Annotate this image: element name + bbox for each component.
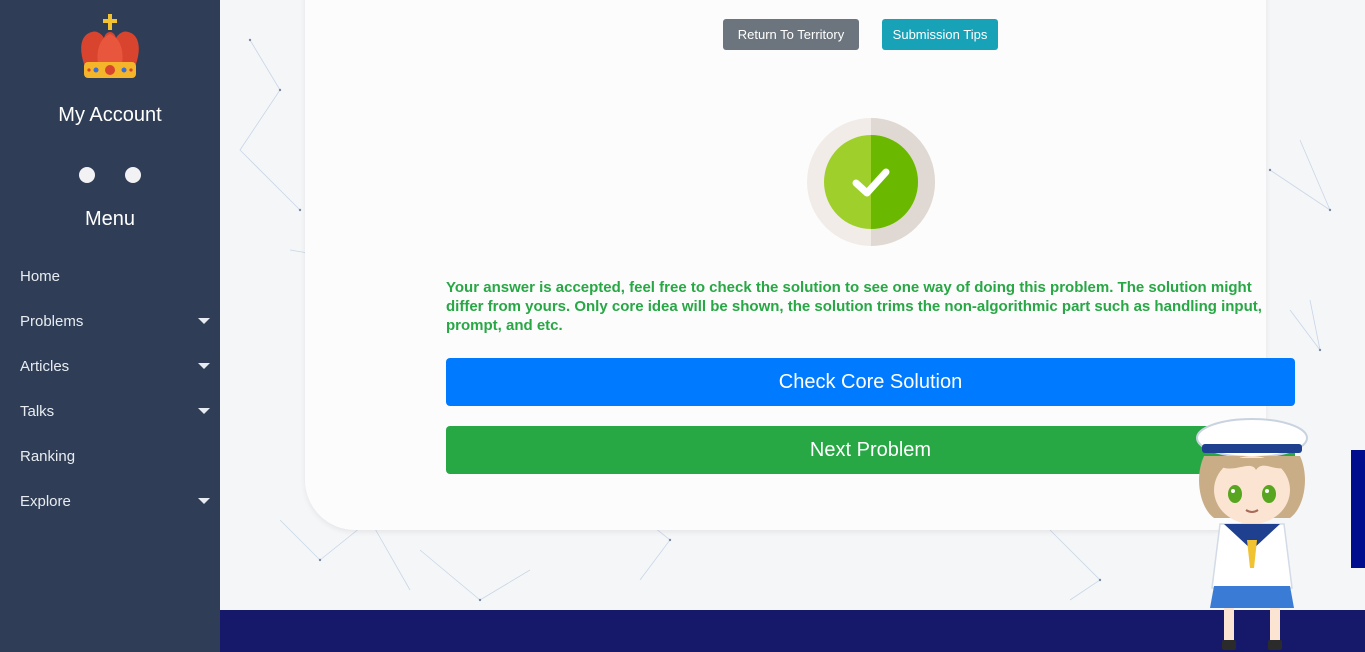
sailor-mascot-icon[interactable] [1190,418,1325,652]
main-content: Return To Territory Submission Tips Your… [220,0,1365,652]
sidebar-item-articles[interactable]: Articles [0,344,220,389]
caret-down-icon [198,408,210,414]
sidebar-item-label: Problems [20,313,84,330]
next-problem-button[interactable]: Next Problem [446,426,1295,474]
sidebar-item-label: Articles [20,358,70,375]
return-to-territory-button[interactable]: Return To Territory [723,19,859,50]
sidebar-item-talks[interactable]: Talks [0,389,220,434]
accepted-message: Your answer is accepted, feel free to ch… [446,279,1262,334]
caret-down-icon [198,318,210,324]
sidebar: My Account Menu Home Problems Articles T… [0,0,220,652]
result-card: Return To Territory Submission Tips Your… [305,0,1295,530]
check-core-solution-button[interactable]: Check Core Solution [446,358,1295,406]
sidebar-item-home[interactable]: Home [0,254,220,299]
side-panel-tab[interactable] [1351,450,1365,568]
account-title[interactable]: My Account [0,104,220,127]
sidebar-item-label: Home [20,268,61,285]
profile-dots [0,167,220,183]
sidebar-item-ranking[interactable]: Ranking [0,434,220,479]
caret-down-icon [198,363,210,369]
sidebar-nav: Home Problems Articles Talks Ranking Exp… [0,254,220,524]
caret-down-icon [198,498,210,504]
crown-logo-icon[interactable] [76,12,144,84]
dot-icon [79,167,95,183]
dot-icon [125,167,141,183]
menu-title: Menu [84,208,136,230]
submission-tips-button[interactable]: Submission Tips [882,19,998,50]
sidebar-item-explore[interactable]: Explore [0,479,220,524]
sidebar-item-label: Explore [20,493,71,510]
sidebar-item-label: Talks [20,403,55,420]
sidebar-item-problems[interactable]: Problems [0,299,220,344]
sidebar-item-label: Ranking [20,448,76,465]
check-circle-icon [807,118,935,246]
